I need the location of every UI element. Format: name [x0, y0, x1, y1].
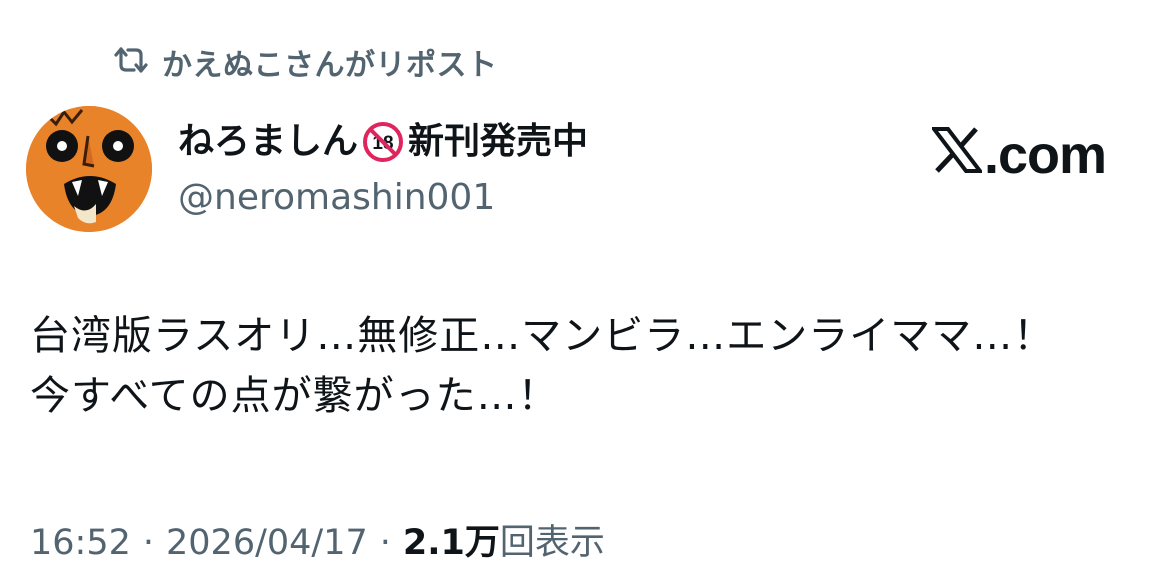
repost-indicator[interactable]: かえぬこさんがリポスト — [114, 40, 498, 84]
avatar[interactable] — [26, 106, 152, 232]
repost-icon — [114, 45, 148, 79]
display-name[interactable]: ねろましん 18 新刊発売中 — [178, 120, 588, 164]
tweet-line: 台湾版ラスオリ…無修正…マンビラ…エンライママ…！ — [30, 313, 1055, 359]
x-logo-icon — [929, 124, 985, 186]
domain-text: .com — [984, 125, 1107, 185]
user-handle[interactable]: @neromashin001 — [178, 176, 588, 220]
meta-separator: · — [142, 523, 155, 563]
tweet-meta: 16:52 · 2026/04/17 · 2.1万 回表示 — [30, 514, 605, 565]
x-com-watermark: .com — [929, 124, 1107, 186]
tweet-time[interactable]: 16:52 — [30, 523, 131, 563]
tweet-text: 台湾版ラスオリ…無修正…マンビラ…エンライママ…！ 今すべての点が繋がった…！ — [30, 306, 1140, 426]
tweet-line: 今すべての点が繋がった…！ — [30, 373, 559, 419]
tweet-date[interactable]: 2026/04/17 — [166, 523, 368, 563]
author-block[interactable]: ねろましん 18 新刊発売中 @neromashin001 — [178, 120, 588, 220]
repost-text: かえぬこさんがリポスト — [162, 48, 498, 83]
no-under-18-icon: 18 — [362, 121, 404, 163]
meta-separator: · — [379, 523, 391, 563]
views-count[interactable]: 2.1万 — [403, 514, 500, 565]
name-suffix-text: 新刊発売中 — [408, 121, 589, 162]
display-name-text: ねろましん — [178, 121, 359, 162]
views-label: 回表示 — [499, 523, 605, 563]
